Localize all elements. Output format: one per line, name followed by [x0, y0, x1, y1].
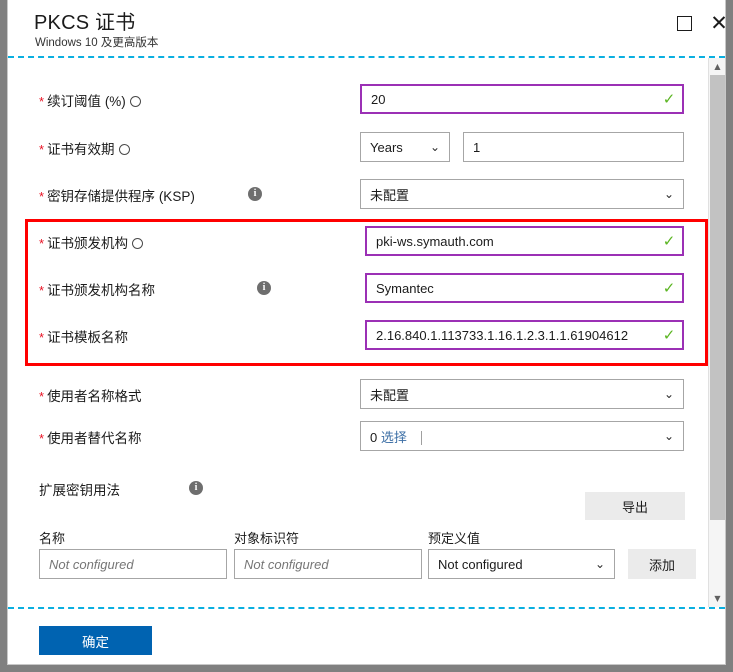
chevron-down-icon: ⌄	[594, 557, 606, 571]
valid-check-icon: ✓	[662, 90, 676, 108]
text-cursor	[420, 431, 422, 446]
info-icon[interactable]: i	[189, 481, 203, 495]
circle-info-outline-icon[interactable]	[118, 143, 130, 155]
form-content: * 续订阈值 (%) 20 ✓ * 证书有效期 Years ⌄ 1 * 密钥存储提供程…	[8, 58, 725, 607]
valid-check-icon: ✓	[662, 232, 676, 250]
info-icon[interactable]: i	[257, 281, 271, 295]
label-ksp: * 密钥存储提供程序 (KSP)	[39, 189, 195, 204]
label-subject-name-format: * 使用者名称格式	[39, 389, 142, 404]
scrollbar-thumb[interactable]	[710, 75, 725, 520]
eku-name-input[interactable]: Not configured	[39, 549, 227, 579]
san-select-label: 选择	[380, 429, 407, 445]
required-asterisk: *	[39, 236, 45, 251]
required-asterisk: *	[39, 389, 45, 404]
close-icon[interactable]: ✕	[705, 10, 725, 36]
subject-name-format-value: 未配置	[370, 387, 410, 403]
certificate-template-name-value: 2.16.840.1.113733.1.16.1.2.3.1.1.6190461…	[376, 327, 629, 343]
required-asterisk: *	[39, 283, 45, 298]
renewal-threshold-value: 20	[371, 91, 386, 107]
eku-predefined-value: Not configured	[438, 556, 523, 572]
dialog-footer: 确定	[8, 609, 725, 664]
san-count: 0	[370, 429, 378, 445]
label-ca-name: * 证书颁发机构名称	[39, 283, 156, 298]
info-icon[interactable]: i	[248, 187, 262, 201]
label-certification-authority: * 证书颁发机构	[39, 232, 144, 252]
column-header-predefined-value: 预定义值	[428, 531, 481, 546]
page-subtitle: Windows 10 及更高版本	[35, 37, 159, 49]
label-validity-period: * 证书有效期	[39, 138, 130, 158]
column-header-oid: 对象标识符	[234, 531, 300, 546]
chevron-down-icon: ⌄	[663, 429, 675, 443]
renewal-threshold-input[interactable]: 20 ✓	[360, 84, 684, 114]
validity-unit-dropdown[interactable]: Years ⌄	[360, 132, 450, 162]
scroll-down-arrow-icon[interactable]: ▼	[709, 590, 725, 607]
export-button[interactable]: 导出	[585, 492, 685, 520]
column-header-name: 名称	[39, 531, 66, 546]
label-extended-key-usage: 扩展密钥用法	[39, 483, 120, 498]
eku-oid-input[interactable]: Not configured	[234, 549, 422, 579]
validity-amount-input[interactable]: 1	[463, 132, 684, 162]
required-asterisk: *	[39, 94, 45, 109]
add-button[interactable]: 添加	[628, 549, 696, 579]
san-value: 0 选择	[361, 427, 655, 446]
required-asterisk: *	[39, 189, 45, 204]
page-title: PKCS 证书	[34, 12, 136, 34]
square-glyph	[676, 15, 692, 31]
circle-info-outline-icon[interactable]	[129, 95, 141, 107]
certification-authority-input[interactable]: pki-ws.symauth.com ✓	[365, 226, 684, 256]
subject-name-format-dropdown[interactable]: 未配置 ⌄	[360, 379, 684, 409]
label-renewal-threshold: * 续订阈值 (%)	[39, 90, 141, 110]
required-asterisk: *	[39, 431, 45, 446]
label-subject-alternative-name: * 使用者替代名称	[39, 431, 142, 446]
ca-name-input[interactable]: Symantec ✓	[365, 273, 684, 303]
eku-predefined-value-dropdown[interactable]: Not configured ⌄	[428, 549, 615, 579]
validity-unit-value: Years	[370, 139, 403, 155]
subject-alternative-name-picker[interactable]: 0 选择 ⌄	[360, 421, 684, 451]
valid-check-icon: ✓	[662, 326, 676, 344]
vertical-scrollbar[interactable]: ▲ ▼	[708, 58, 725, 607]
dialog-titlebar: PKCS 证书 Windows 10 及更高版本 ✕	[8, 0, 725, 58]
certificate-template-name-input[interactable]: 2.16.840.1.113733.1.16.1.2.3.1.1.6190461…	[365, 320, 684, 350]
required-asterisk: *	[39, 330, 45, 345]
scroll-up-arrow-icon[interactable]: ▲	[709, 58, 725, 75]
eku-oid-placeholder: Not configured	[244, 556, 329, 572]
ok-button[interactable]: 确定	[39, 626, 152, 655]
maximize-icon[interactable]	[670, 10, 698, 36]
pkcs-certificate-dialog: PKCS 证书 Windows 10 及更高版本 ✕ *续订阈值 (%) 20 …	[7, 0, 726, 665]
label-certificate-template-name: * 证书模板名称	[39, 330, 129, 345]
valid-check-icon: ✓	[662, 279, 676, 297]
ksp-value: 未配置	[370, 187, 410, 203]
circle-info-outline-icon[interactable]	[132, 237, 144, 249]
ksp-dropdown[interactable]: 未配置 ⌄	[360, 179, 684, 209]
chevron-down-icon: ⌄	[663, 187, 675, 201]
x-glyph: ✕	[710, 12, 725, 34]
chevron-down-icon: ⌄	[429, 140, 441, 154]
validity-amount-value: 1	[473, 139, 481, 155]
chevron-down-icon: ⌄	[663, 387, 675, 401]
eku-name-placeholder: Not configured	[49, 556, 134, 572]
required-asterisk: *	[39, 142, 45, 157]
ca-name-value: Symantec	[376, 280, 434, 296]
certification-authority-value: pki-ws.symauth.com	[376, 233, 494, 249]
